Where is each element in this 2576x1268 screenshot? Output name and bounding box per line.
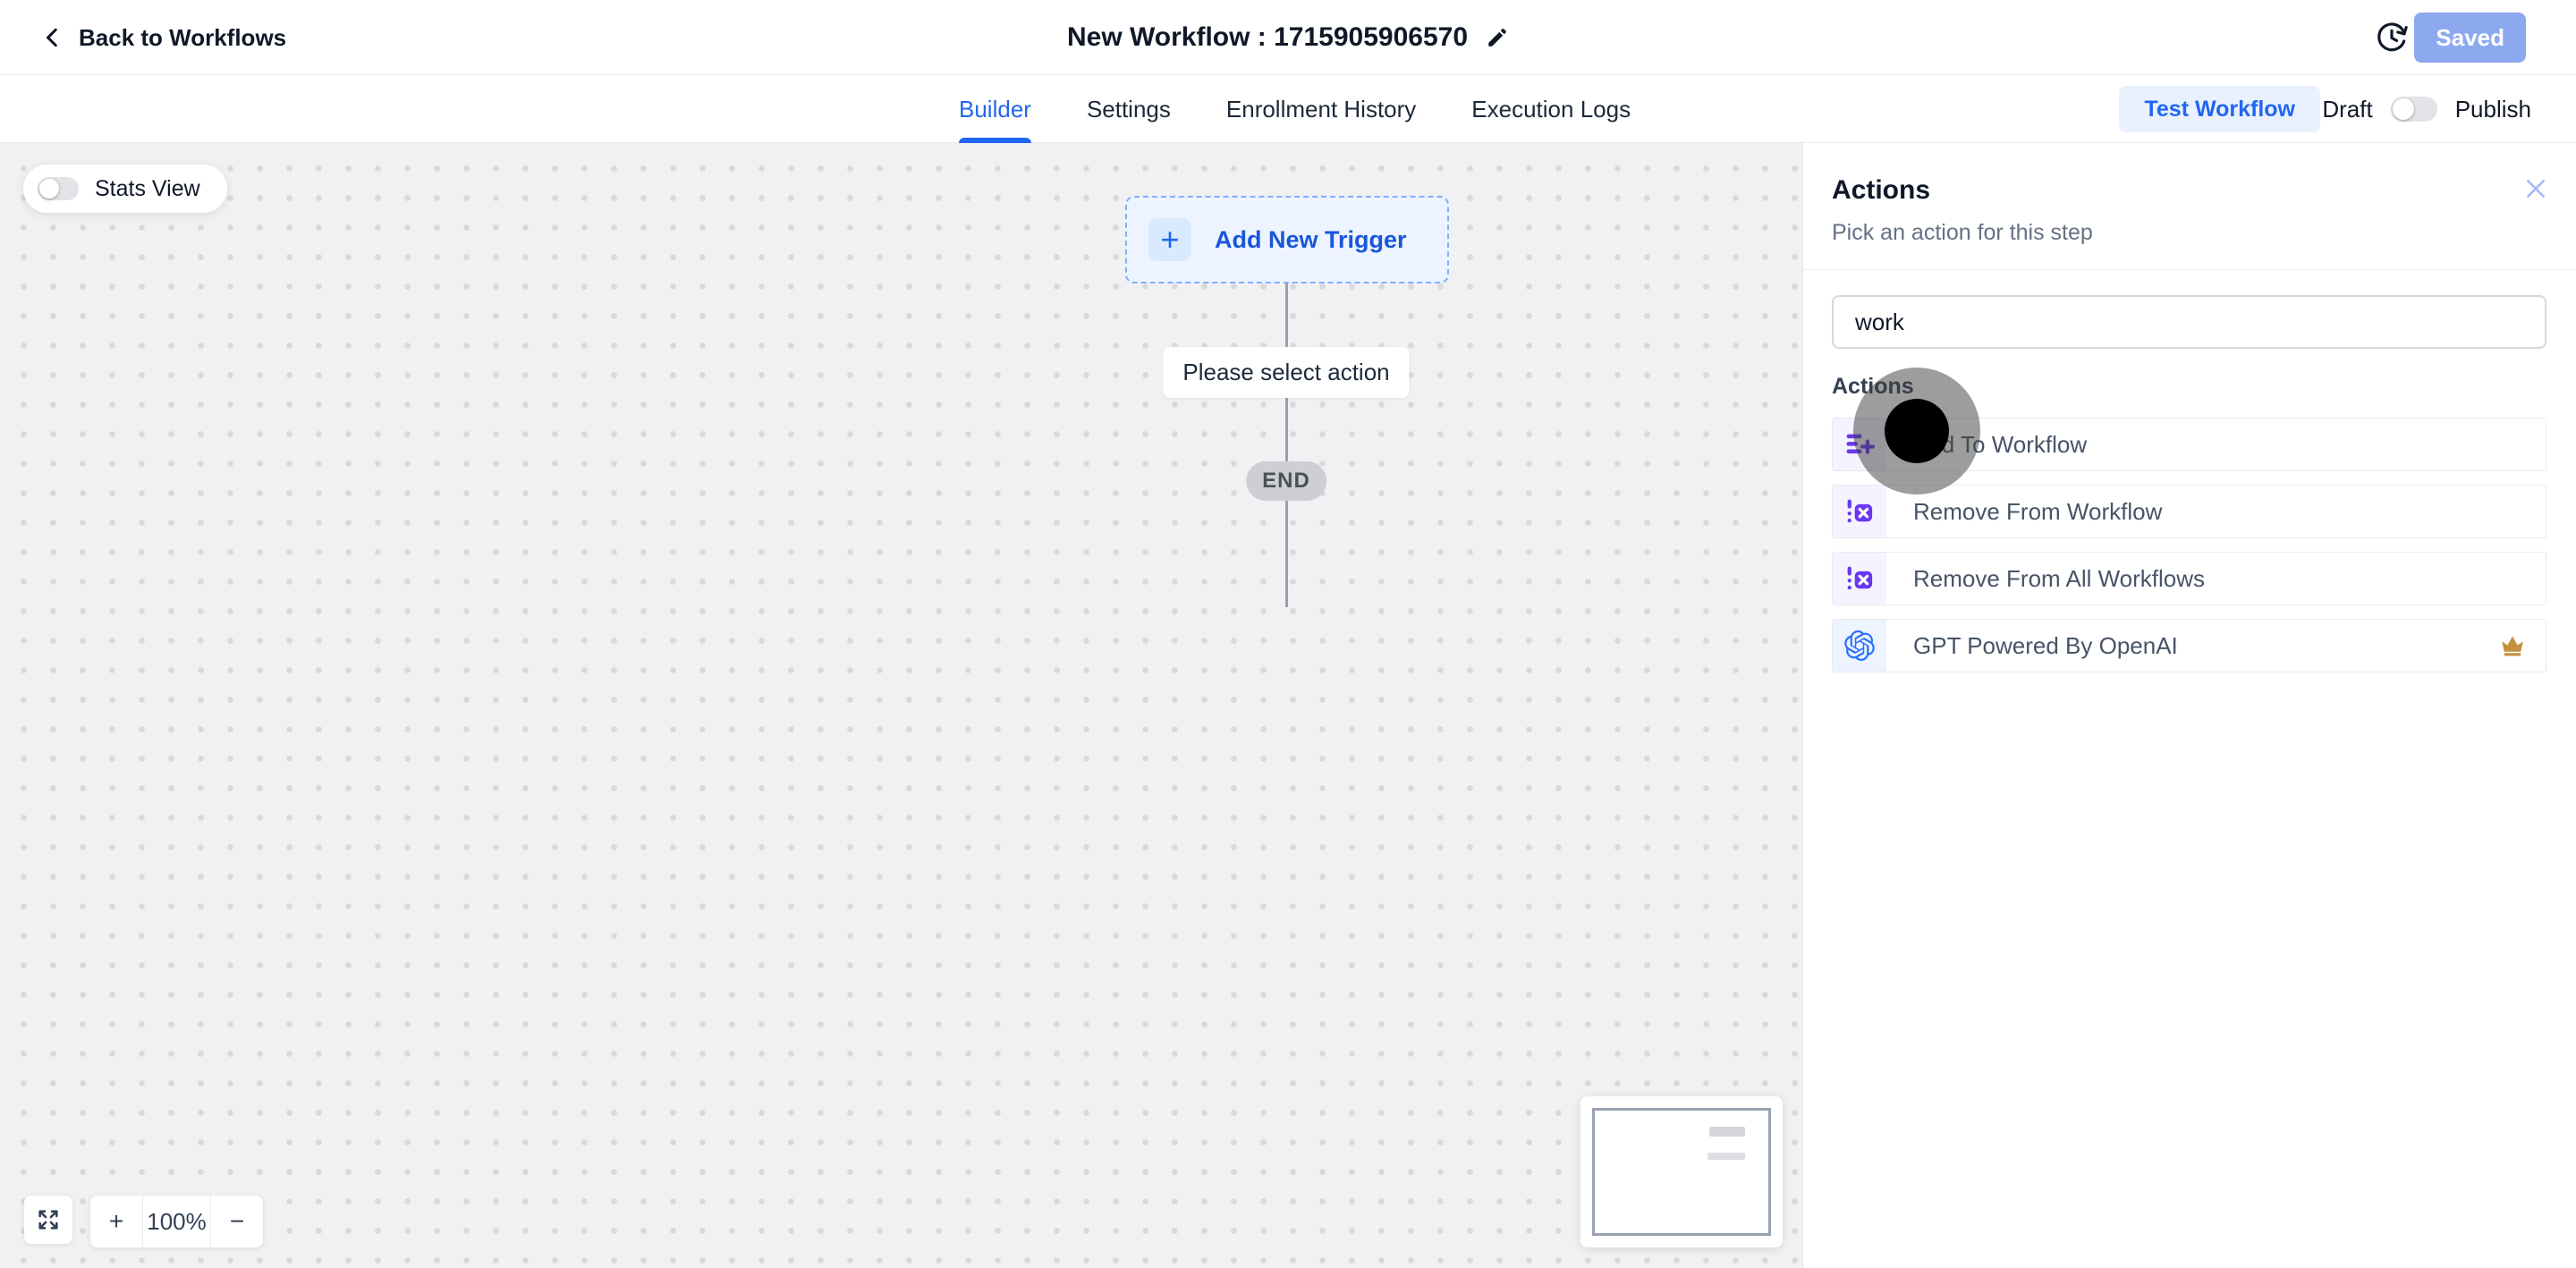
fit-to-screen-button[interactable] (24, 1196, 72, 1244)
toggle-knob (2392, 98, 2414, 120)
workflow-canvas[interactable]: Stats View + Add New Trigger Please sele… (0, 143, 1802, 1268)
back-link-label: Back to Workflows (79, 23, 287, 51)
expand-icon (38, 1210, 58, 1230)
select-action-node[interactable]: Please select action (1163, 347, 1410, 398)
action-icon-column (1833, 620, 1886, 672)
zoom-out-button[interactable]: − (211, 1196, 263, 1247)
tab-settings[interactable]: Settings (1087, 75, 1171, 143)
action-item-add-to-workflow[interactable]: Add To Workflow (1832, 418, 2546, 471)
action-item-label: GPT Powered By OpenAI (1913, 631, 2178, 659)
remove-from-workflow-icon (1847, 566, 1873, 590)
draft-publish-toggle[interactable] (2390, 97, 2437, 122)
page-title: New Workflow : 1715905906570 (1066, 22, 1469, 52)
action-item-remove-from-all-workflows[interactable]: Remove From All Workflows (1832, 552, 2546, 605)
workflow-title-group: New Workflow : 1715905906570 (0, 0, 2576, 75)
stats-view-label: Stats View (95, 175, 200, 201)
action-item-label: Remove From Workflow (1913, 497, 2163, 525)
flow-connector-line (1285, 283, 1288, 607)
zoom-level: 100% (142, 1196, 211, 1247)
minimap-viewport (1592, 1108, 1771, 1236)
test-workflow-button[interactable]: Test Workflow (2119, 86, 2320, 132)
tab-bar: Builder Settings Enrollment History Exec… (0, 75, 2576, 143)
version-history-icon[interactable] (2374, 20, 2410, 55)
remove-from-workflow-icon (1847, 499, 1873, 523)
action-icon-column (1833, 553, 1886, 604)
top-header-bar: Back to Workflows New Workflow : 1715905… (0, 0, 2576, 75)
chevron-left-icon (47, 28, 57, 47)
add-trigger-label: Add New Trigger (1215, 225, 1407, 253)
tab-execution-logs[interactable]: Execution Logs (1471, 75, 1631, 143)
openai-icon (1844, 630, 1875, 661)
saved-button[interactable]: Saved (2414, 13, 2526, 63)
minimap-node-marker (1707, 1153, 1745, 1160)
action-item-label: Add To Workflow (1913, 430, 2088, 458)
end-node: END (1246, 461, 1326, 501)
panel-header: Actions Pick an action for this step (1803, 143, 2576, 270)
action-list: Add To Workflow Remove From Workflow Rem… (1832, 418, 2546, 672)
stats-view-pill: Stats View (23, 165, 227, 213)
action-item-gpt-powered-by-openai[interactable]: GPT Powered By OpenAI (1832, 619, 2546, 672)
panel-subtitle: Pick an action for this step (1832, 220, 2093, 245)
action-item-remove-from-workflow[interactable]: Remove From Workflow (1832, 485, 2546, 538)
tab-enrollment-history[interactable]: Enrollment History (1226, 75, 1416, 143)
actions-side-panel: Actions Pick an action for this step Act… (1802, 143, 2576, 1268)
minimap-trigger-marker (1709, 1127, 1745, 1137)
edit-pencil-icon[interactable] (1486, 26, 1509, 49)
plus-icon: + (1148, 218, 1191, 261)
close-icon[interactable] (2522, 175, 2549, 202)
add-to-workflow-icon (1846, 434, 1875, 454)
publish-label: Publish (2454, 95, 2531, 123)
tabs-group: Builder Settings Enrollment History Exec… (959, 75, 1631, 143)
zoom-controls: + 100% − (90, 1196, 263, 1247)
stats-view-toggle[interactable] (38, 177, 79, 200)
premium-crown-icon (2499, 632, 2526, 659)
toggle-knob (39, 179, 59, 199)
panel-body: Actions Add To Workflow (1803, 270, 2576, 672)
zoom-in-button[interactable]: + (90, 1196, 142, 1247)
action-icon-column (1833, 486, 1886, 537)
action-icon-column (1833, 418, 1886, 470)
actions-section-label: Actions (1832, 374, 1914, 399)
back-to-workflows-link[interactable]: Back to Workflows (41, 0, 286, 75)
draft-label: Draft (2322, 95, 2373, 123)
action-search-input[interactable] (1832, 295, 2546, 349)
action-item-label: Remove From All Workflows (1913, 564, 2206, 592)
panel-title: Actions (1832, 175, 1931, 205)
tab-builder[interactable]: Builder (959, 75, 1031, 143)
minimap[interactable] (1580, 1096, 1783, 1247)
add-new-trigger-node[interactable]: + Add New Trigger (1125, 196, 1449, 283)
draft-publish-group: Draft Publish (2322, 75, 2531, 143)
